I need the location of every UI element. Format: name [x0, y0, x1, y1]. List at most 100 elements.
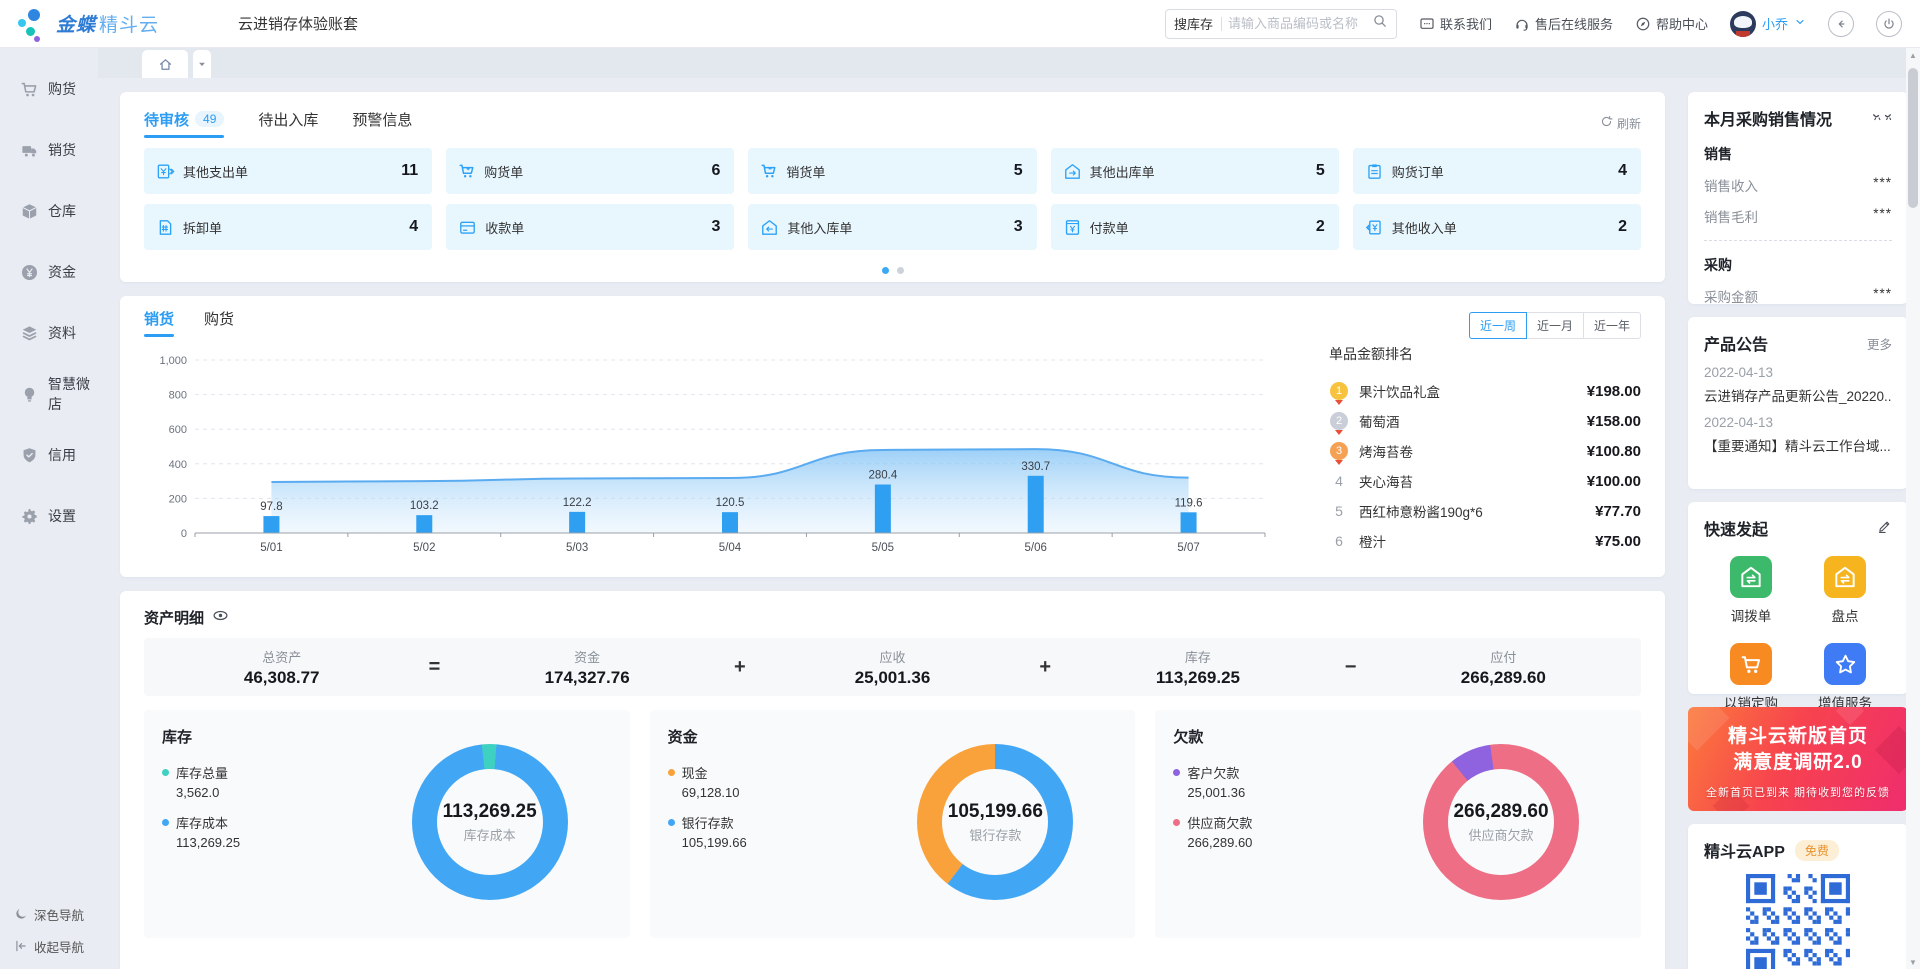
- search-icon[interactable]: [1372, 13, 1388, 34]
- medal-icon: 3: [1330, 442, 1348, 460]
- period-button-0[interactable]: 近一周: [1469, 312, 1527, 339]
- more-link[interactable]: 更多: [1867, 334, 1892, 353]
- asset-panel-inventory: 库存库存总量3,562.0库存成本113,269.25113,269.25库存成…: [144, 710, 630, 938]
- sidebar-item-settings[interactable]: 设置: [0, 496, 98, 536]
- doc-card-label: 其他收入单: [1392, 218, 1457, 237]
- doc-card-purchase-bill[interactable]: 购货单6: [446, 148, 734, 194]
- search-input[interactable]: [1228, 16, 1372, 31]
- yen-coin-icon: [20, 263, 39, 282]
- free-badge: 免费: [1795, 840, 1839, 861]
- ranking-row[interactable]: 2葡萄酒¥158.00: [1329, 406, 1641, 436]
- house-swap-icon: [1730, 556, 1772, 598]
- doc-card-other-inbound[interactable]: 其他入库单3: [748, 204, 1036, 250]
- sidebar-item-data[interactable]: 资料: [0, 313, 98, 353]
- sidebar-item-label: 设置: [48, 506, 76, 526]
- logo-dots-icon: [14, 7, 48, 41]
- doc-card-payment[interactable]: 付款单2: [1051, 204, 1339, 250]
- rank-amount: ¥158.00: [1587, 413, 1641, 430]
- ranking-row[interactable]: 5西红柿意粉酱190g*6¥77.70: [1329, 496, 1641, 526]
- doc-card-count: 3: [1014, 218, 1023, 236]
- shield-icon: [20, 446, 39, 465]
- announcement-text: 云进销存产品更新公告_20220...: [1704, 385, 1892, 405]
- user-menu[interactable]: 小乔: [1730, 11, 1806, 37]
- header-link-help[interactable]: 帮助中心: [1635, 14, 1708, 33]
- sidebar-item-credit[interactable]: 信用: [0, 435, 98, 475]
- doc-card-count: 2: [1618, 218, 1627, 236]
- sidebar-item-smart-store[interactable]: 智慧微店: [0, 374, 98, 414]
- doc-card-purchase-order[interactable]: 购货订单4: [1353, 148, 1641, 194]
- survey-banner[interactable]: 精斗云新版首页 满意度调研2.0 全新首页已到来 期待收到您的反馈: [1688, 707, 1908, 811]
- svg-text:5/06: 5/06: [1025, 542, 1047, 554]
- donut-center-value: 266,289.60: [1453, 801, 1548, 823]
- trend-tab-1[interactable]: 购货: [204, 308, 234, 337]
- header-link-contact[interactable]: 联系我们: [1419, 14, 1492, 33]
- tab-list-dropdown[interactable]: [193, 50, 211, 78]
- pager-dot-0[interactable]: [882, 267, 889, 274]
- scroll-thumb[interactable]: [1908, 68, 1918, 208]
- ranking-row[interactable]: 6橙汁¥75.00: [1329, 526, 1641, 556]
- ranking-row[interactable]: 3烤海苔卷¥100.80: [1329, 436, 1641, 466]
- formula-value: 113,269.25: [1060, 668, 1335, 688]
- tab-home[interactable]: [142, 50, 188, 78]
- sidebar-item-warehouse[interactable]: 仓库: [0, 191, 98, 231]
- cart-icon: [20, 80, 39, 99]
- donut-center: 105,199.66银行存款: [942, 769, 1048, 875]
- ranking-row[interactable]: 1果汁饮品礼盒¥198.00: [1329, 376, 1641, 406]
- page-scrollbar[interactable]: ▲ ▼: [1906, 48, 1920, 969]
- todo-tab-label: 待审核: [144, 109, 189, 130]
- sidebar-item-sales[interactable]: 销货: [0, 130, 98, 170]
- doc-card-receipt[interactable]: 收款单3: [446, 204, 734, 250]
- pencil-icon[interactable]: [1877, 519, 1892, 537]
- announcement-item[interactable]: 2022-04-13【重要通知】精斗云工作台域...: [1704, 415, 1892, 455]
- quick-item-value-added[interactable]: 增值服务: [1798, 643, 1892, 712]
- header-link-after-sales[interactable]: 售后在线服务: [1514, 14, 1613, 33]
- todo-tab-2[interactable]: 预警信息: [352, 109, 412, 138]
- todo-tab-0[interactable]: 待审核49: [144, 109, 224, 138]
- doc-card-other-income[interactable]: 其他收入单 2: [1353, 204, 1641, 250]
- eye-icon[interactable]: [212, 607, 229, 628]
- moon-icon: [14, 907, 28, 921]
- formula-operator: +: [1030, 656, 1060, 679]
- todo-tab-label: 待出入库: [258, 109, 318, 130]
- ranking-row[interactable]: 4夹心海苔¥100.00: [1329, 466, 1641, 496]
- scroll-down-arrow[interactable]: ▼: [1906, 955, 1920, 969]
- quick-item-purchase-by-sales[interactable]: 以销定购: [1704, 643, 1798, 712]
- back-button[interactable]: [1828, 11, 1854, 37]
- period-button-1[interactable]: 近一月: [1526, 312, 1584, 339]
- formula-value: 174,327.76: [449, 668, 724, 688]
- refresh-button[interactable]: 刷新: [1600, 115, 1641, 132]
- doc-card-disassembly[interactable]: 拆卸单4: [144, 204, 432, 250]
- monthly-summary-card: 本月采购销售情况 销售销售收入***销售毛利***采购采购金额***商品种类**…: [1688, 92, 1908, 304]
- sidebar-item-funds[interactable]: 资金: [0, 252, 98, 292]
- sidebar-item-dark-nav[interactable]: 深色导航: [0, 901, 98, 927]
- trend-tab-0[interactable]: 销货: [144, 308, 174, 337]
- app-title: 精斗云APP: [1704, 838, 1785, 862]
- donut-center: 113,269.25库存成本: [437, 769, 543, 875]
- wallet-icon: [458, 218, 477, 237]
- eye-closed-icon[interactable]: [1872, 110, 1892, 127]
- sidebar-item-purchase[interactable]: 购货: [0, 69, 98, 109]
- pager-dot-1[interactable]: [897, 267, 904, 274]
- quick-item-transfer[interactable]: 调拨单: [1704, 556, 1798, 625]
- donut-center-label: 银行存款: [969, 825, 1021, 844]
- announcements-title: 产品公告: [1704, 331, 1768, 355]
- todo-tab-1[interactable]: 待出入库: [258, 109, 318, 138]
- search-scope-selector[interactable]: 搜库存: [1174, 14, 1222, 33]
- logout-button[interactable]: [1876, 11, 1902, 37]
- scroll-up-arrow[interactable]: ▲: [1906, 48, 1920, 62]
- period-button-2[interactable]: 近一年: [1583, 312, 1641, 339]
- sidebar-item-collapse-nav[interactable]: 收起导航: [0, 933, 98, 959]
- announcement-item[interactable]: 2022-04-13云进销存产品更新公告_20220...: [1704, 365, 1892, 405]
- monthly-section-heading: 销售: [1704, 144, 1892, 164]
- rank-amount: ¥198.00: [1587, 383, 1641, 400]
- panel-title: 欠款: [1173, 726, 1623, 747]
- cart-minus-icon: [760, 162, 778, 180]
- rank-product-name: 西红柿意粉酱190g*6: [1359, 501, 1595, 521]
- doc-card-other-outbound[interactable]: 其他出库单5: [1051, 148, 1339, 194]
- quick-item-stocktake[interactable]: 盘点: [1798, 556, 1892, 625]
- workspace-tab-strip: [98, 48, 1920, 78]
- doc-card-sales-bill[interactable]: 销货单5: [748, 148, 1036, 194]
- brand-logo[interactable]: 金蝶 精斗云: [14, 7, 214, 41]
- doc-card-other-expense[interactable]: 其他支出单11: [144, 148, 432, 194]
- sidebar-item-label: 收起导航: [34, 937, 84, 956]
